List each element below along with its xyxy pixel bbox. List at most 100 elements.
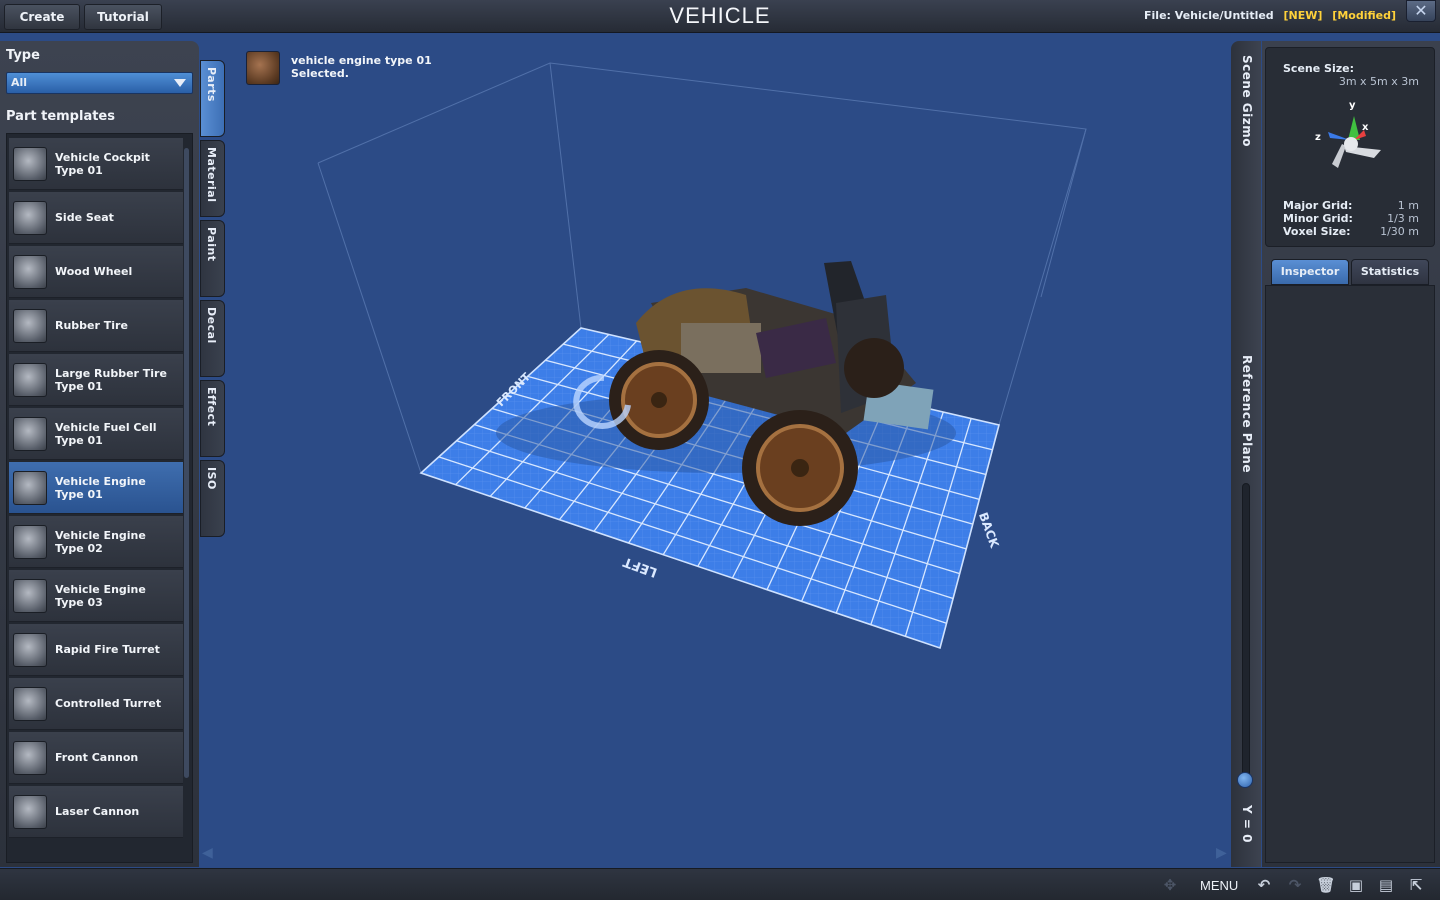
tab-label: ISO bbox=[205, 467, 218, 490]
part-templates-label: Part templates bbox=[6, 109, 115, 124]
selected-part-name: vehicle engine type 01 bbox=[291, 54, 432, 67]
part-template-item[interactable]: Vehicle Cockpit Type 01 bbox=[9, 138, 183, 190]
menu-button[interactable]: MENU bbox=[1200, 878, 1238, 893]
part-template-item[interactable]: Vehicle Engine Type 03 bbox=[9, 570, 183, 622]
turret-icon bbox=[13, 687, 47, 721]
part-template-item[interactable]: Vehicle Engine Type 01 bbox=[9, 462, 183, 514]
major-grid-label: Major Grid: bbox=[1283, 199, 1353, 212]
parts-panel: Type All Part templates Vehicle Cockpit … bbox=[0, 41, 199, 867]
parts-scrollbar[interactable] bbox=[184, 148, 189, 778]
engine-icon bbox=[13, 525, 47, 559]
scene-gizmo-label: Scene Gizmo bbox=[1240, 55, 1254, 147]
tab-paint[interactable]: Paint bbox=[200, 220, 225, 297]
scene-size-label: Scene Size: bbox=[1283, 62, 1354, 75]
voxel-size-label: Voxel Size: bbox=[1283, 225, 1351, 238]
part-template-name: Vehicle Cockpit Type 01 bbox=[55, 151, 150, 177]
scene-size-value: 3m x 5m x 3m bbox=[1338, 75, 1419, 88]
type-dropdown[interactable]: All bbox=[6, 72, 193, 94]
tab-inspector[interactable]: Inspector bbox=[1271, 259, 1349, 285]
tab-effect[interactable]: Effect bbox=[200, 380, 225, 457]
selected-status-text: Selected. bbox=[291, 67, 349, 80]
y-value-label: Y = 0 bbox=[1240, 805, 1254, 843]
inspector-panel: Scene Size: 3m x 5m x 3m y x z Major Gri… bbox=[1262, 41, 1440, 867]
part-template-name: Vehicle Engine Type 01 bbox=[55, 475, 146, 501]
export-icon[interactable]: ⇱ bbox=[1406, 875, 1426, 895]
minor-grid-label: Minor Grid: bbox=[1283, 212, 1353, 225]
new-flag: [NEW] bbox=[1283, 9, 1323, 22]
file-path: Vehicle/Untitled bbox=[1174, 9, 1274, 22]
axis-x-label: x bbox=[1362, 122, 1369, 133]
3d-viewport[interactable]: FRONT LEFT BACK vehicle engine type 01 S… bbox=[202, 33, 1230, 867]
tab-decal[interactable]: Decal bbox=[200, 300, 225, 377]
tab-iso[interactable]: ISO bbox=[200, 460, 225, 537]
tab-label: Decal bbox=[205, 307, 218, 344]
major-grid-value: 1 m bbox=[1397, 199, 1419, 212]
selection-status: vehicle engine type 01 Selected. bbox=[291, 54, 432, 80]
cannon-icon bbox=[13, 741, 47, 775]
seat-icon bbox=[13, 201, 47, 235]
arrow-right-icon[interactable]: ▶ bbox=[1216, 845, 1227, 861]
arrow-left-icon[interactable]: ◀ bbox=[202, 845, 213, 861]
file-prefix: File: bbox=[1144, 9, 1171, 22]
part-template-item[interactable]: Vehicle Fuel Cell Type 01 bbox=[9, 408, 183, 460]
inspector-content bbox=[1265, 285, 1435, 863]
save-as-icon[interactable]: ▤ bbox=[1376, 875, 1396, 895]
top-bar: Create Tutorial VEHICLE File: Vehicle/Un… bbox=[0, 0, 1440, 33]
chevron-down-icon bbox=[174, 79, 186, 87]
part-template-item[interactable]: Wood Wheel bbox=[9, 246, 183, 298]
part-template-item[interactable]: Vehicle Engine Type 02 bbox=[9, 516, 183, 568]
axis-z-label: z bbox=[1315, 132, 1321, 143]
part-templates-list[interactable]: Vehicle Cockpit Type 01 Side Seat Wood Whe… bbox=[6, 133, 193, 863]
tab-statistics[interactable]: Statistics bbox=[1351, 259, 1429, 285]
tab-parts[interactable]: Parts bbox=[200, 60, 225, 137]
scene-info-box: Scene Size: 3m x 5m x 3m y x z Major Gri… bbox=[1265, 47, 1435, 247]
part-template-name: Large Rubber Tire Type 01 bbox=[55, 367, 167, 393]
tire-icon bbox=[13, 309, 47, 343]
part-template-item[interactable]: Side Seat bbox=[9, 192, 183, 244]
undo-icon[interactable]: ↶ bbox=[1254, 875, 1274, 895]
part-template-item[interactable]: Large Rubber Tire Type 01 bbox=[9, 354, 183, 406]
voxel-size-value: 1/30 m bbox=[1380, 225, 1419, 238]
part-template-item[interactable]: Rapid Fire Turret bbox=[9, 624, 183, 676]
part-template-item[interactable]: Front Cannon bbox=[9, 732, 183, 784]
part-template-item[interactable]: Rubber Tire bbox=[9, 300, 183, 352]
reference-plane-slider-handle[interactable] bbox=[1237, 772, 1253, 788]
tab-label: Effect bbox=[205, 387, 218, 427]
part-template-name: Front Cannon bbox=[55, 751, 139, 764]
tab-label: Paint bbox=[205, 227, 218, 262]
save-icon[interactable]: ▣ bbox=[1346, 875, 1366, 895]
tire-icon bbox=[13, 363, 47, 397]
axis-y-label: y bbox=[1349, 100, 1356, 111]
part-template-name: Rubber Tire bbox=[55, 319, 128, 332]
part-template-item[interactable]: Laser Cannon bbox=[9, 786, 183, 838]
reference-plane-slider[interactable] bbox=[1242, 483, 1250, 783]
delete-icon[interactable]: 🗑 bbox=[1316, 875, 1336, 895]
part-template-name: Side Seat bbox=[55, 211, 114, 224]
grid-label-back: BACK bbox=[976, 511, 1002, 551]
tab-material[interactable]: Material bbox=[200, 140, 225, 217]
type-dropdown-value: All bbox=[11, 76, 28, 89]
wheel-icon bbox=[13, 255, 47, 289]
modified-flag: [Modified] bbox=[1332, 9, 1396, 22]
part-template-name: Wood Wheel bbox=[55, 265, 133, 278]
part-template-name: Vehicle Engine Type 02 bbox=[55, 529, 146, 555]
redo-icon[interactable]: ↷ bbox=[1285, 875, 1305, 895]
part-template-name: Rapid Fire Turret bbox=[55, 643, 160, 656]
reference-strip: Scene Gizmo Reference Plane Y = 0 bbox=[1231, 41, 1261, 867]
part-template-name: Laser Cannon bbox=[55, 805, 140, 818]
minor-grid-value: 1/3 m bbox=[1387, 212, 1419, 225]
part-template-name: Vehicle Fuel Cell Type 01 bbox=[55, 421, 157, 447]
cannon-icon bbox=[13, 795, 47, 829]
move-icon[interactable]: ✥ bbox=[1160, 875, 1180, 895]
type-label: Type bbox=[6, 48, 40, 63]
part-template-item[interactable]: Controlled Turret bbox=[9, 678, 183, 730]
engine-icon bbox=[13, 471, 47, 505]
cockpit-icon bbox=[13, 147, 47, 181]
scene-canvas[interactable]: FRONT LEFT BACK bbox=[226, 33, 1230, 867]
grid-label-left: LEFT bbox=[621, 554, 659, 580]
bottom-bar: ✥ MENU ↶ ↷ 🗑 ▣ ▤ ⇱ bbox=[0, 868, 1440, 900]
file-info: File: Vehicle/Untitled [NEW] [Modified] bbox=[1144, 9, 1396, 22]
close-icon[interactable]: ✕ bbox=[1406, 0, 1436, 22]
part-template-name: Vehicle Engine Type 03 bbox=[55, 583, 146, 609]
axis-gizmo[interactable]: y x z bbox=[1306, 94, 1396, 184]
